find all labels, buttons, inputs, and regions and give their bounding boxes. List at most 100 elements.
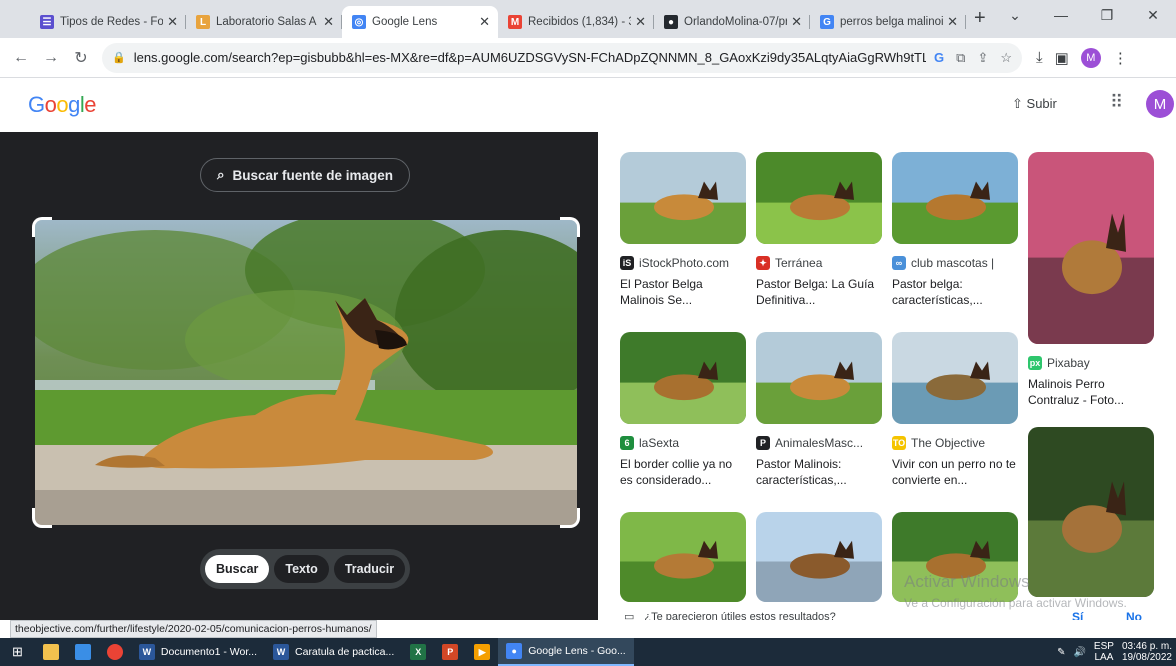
- taskbar-app[interactable]: ● Google Lens - Goo...: [498, 638, 634, 666]
- query-image[interactable]: [35, 220, 577, 525]
- source-favicon-icon: ✦: [756, 256, 770, 270]
- minimize-icon[interactable]: —: [1038, 7, 1084, 23]
- lock-icon[interactable]: 🔒: [112, 51, 126, 64]
- share-icon[interactable]: ⇪: [977, 50, 988, 66]
- mode-search[interactable]: Buscar: [205, 555, 270, 583]
- result-source[interactable]: ∞ club mascotas |: [892, 256, 1018, 270]
- result-title[interactable]: Pastor Malinois: características,...: [756, 456, 882, 488]
- result-title[interactable]: Vivir con un perro no te convierte en...: [892, 456, 1018, 488]
- taskbar-app[interactable]: ▶: [466, 638, 498, 666]
- new-tab-button[interactable]: +: [974, 7, 986, 30]
- visual-match-card[interactable]: TO The Objective Vivir con un perro no te …: [892, 332, 1018, 488]
- clock[interactable]: 03:46 p. m. 19/08/2022: [1122, 641, 1172, 663]
- store-button[interactable]: [67, 638, 99, 666]
- result-source[interactable]: TO The Objective: [892, 436, 1018, 450]
- tab-search-icon[interactable]: ⌄: [992, 7, 1038, 24]
- app-icon: X: [410, 644, 427, 660]
- visual-match-card[interactable]: P AnimalesMasc... Pastor Malinois: caracte…: [756, 332, 882, 488]
- tab-title: Laboratorio Salas A y: [216, 16, 320, 28]
- result-thumbnail[interactable]: [1028, 152, 1154, 344]
- tab-close-icon[interactable]: ✕: [947, 14, 958, 30]
- download-icon[interactable]: ⤓: [1036, 49, 1043, 66]
- close-window-icon[interactable]: ✕: [1130, 7, 1176, 24]
- taskbar-app[interactable]: X: [402, 638, 434, 666]
- upload-button[interactable]: ⇧ Subir: [1012, 96, 1057, 112]
- result-title[interactable]: El Pastor Belga Malinois Se...: [620, 276, 746, 308]
- status-bar-url: theobjective.com/further/lifestyle/2020-…: [10, 620, 377, 638]
- result-source[interactable]: P AnimalesMasc...: [756, 436, 882, 450]
- tab-title: OrlandoMolina-07/pr: [684, 16, 788, 28]
- tab-close-icon[interactable]: ✕: [791, 14, 802, 30]
- visual-match-card[interactable]: [620, 512, 746, 602]
- visual-match-card[interactable]: [1028, 427, 1154, 597]
- apps-grid-icon[interactable]: ⠿: [1110, 92, 1123, 113]
- browser-tab[interactable]: L Laboratorio Salas A y ✕: [186, 6, 342, 38]
- visual-match-card[interactable]: iS iStockPhoto.com El Pastor Belga Malinoi…: [620, 152, 746, 308]
- result-thumbnail[interactable]: [892, 152, 1018, 244]
- result-thumbnail[interactable]: [892, 332, 1018, 424]
- crop-handle-bottom-left[interactable]: [32, 508, 52, 528]
- result-title[interactable]: Pastor Belga: La Guía Definitiva...: [756, 276, 882, 308]
- result-title[interactable]: El border collie ya no es considerado...: [620, 456, 746, 488]
- result-source[interactable]: 6 laSexta: [620, 436, 746, 450]
- crop-handle-top-left[interactable]: [32, 217, 52, 237]
- feedback-yes-button[interactable]: Sí: [1072, 610, 1083, 620]
- profile-avatar[interactable]: M: [1080, 47, 1101, 68]
- input-language[interactable]: ESP LAA: [1094, 641, 1114, 663]
- visual-match-card[interactable]: [756, 512, 882, 602]
- result-thumbnail[interactable]: [620, 332, 746, 424]
- url-text[interactable]: lens.google.com/search?ep=gisbubb&hl=es-…: [134, 50, 926, 65]
- google-logo[interactable]: Google: [28, 92, 97, 118]
- chrome-button[interactable]: [99, 638, 131, 666]
- mode-translate[interactable]: Traducir: [333, 555, 406, 583]
- mode-text[interactable]: Texto: [274, 555, 329, 583]
- result-thumbnail[interactable]: [756, 332, 882, 424]
- result-title[interactable]: Malinois Perro Contraluz - Foto...: [1028, 376, 1154, 408]
- result-source[interactable]: px Pixabay: [1028, 356, 1154, 370]
- volume-icon[interactable]: 🔊: [1073, 647, 1085, 658]
- result-title[interactable]: Pastor belga: características,...: [892, 276, 1018, 308]
- taskbar-app[interactable]: P: [434, 638, 466, 666]
- address-bar[interactable]: 🔒 lens.google.com/search?ep=gisbubb&hl=e…: [102, 42, 1022, 73]
- tab-close-icon[interactable]: ✕: [479, 14, 490, 30]
- pen-icon[interactable]: ✎: [1057, 647, 1065, 658]
- visual-match-card[interactable]: px Pixabay Malinois Perro Contraluz - Foto…: [1028, 152, 1154, 408]
- restore-icon[interactable]: ❐: [1084, 7, 1130, 24]
- feedback-no-button[interactable]: No: [1126, 610, 1142, 620]
- bookmark-star-icon[interactable]: ☆: [1000, 50, 1012, 66]
- result-image: [756, 152, 882, 244]
- account-avatar[interactable]: M: [1146, 90, 1174, 118]
- crop-handle-bottom-right[interactable]: [560, 508, 580, 528]
- result-source[interactable]: ✦ Terránea: [756, 256, 882, 270]
- visual-match-card[interactable]: 6 laSexta El border collie ya no es consid…: [620, 332, 746, 488]
- google-g-icon[interactable]: G: [934, 50, 944, 66]
- tab-close-icon[interactable]: ✕: [167, 14, 178, 30]
- result-thumbnail[interactable]: [620, 152, 746, 244]
- result-thumbnail[interactable]: [756, 152, 882, 244]
- visual-match-card[interactable]: ✦ Terránea Pastor Belga: La Guía Definitiv…: [756, 152, 882, 308]
- result-source[interactable]: iS iStockPhoto.com: [620, 256, 746, 270]
- install-app-icon[interactable]: ⧉: [956, 50, 965, 66]
- result-thumbnail[interactable]: [756, 512, 882, 602]
- find-image-source-button[interactable]: ⌕ Buscar fuente de imagen: [200, 158, 410, 192]
- side-panel-icon[interactable]: ▣: [1055, 49, 1069, 67]
- browser-tab[interactable]: ● OrlandoMolina-07/pr ✕: [654, 6, 810, 38]
- visual-match-card[interactable]: ∞ club mascotas | Pastor belga: caracterís…: [892, 152, 1018, 308]
- result-thumbnail[interactable]: [620, 512, 746, 602]
- browser-tab[interactable]: ☰ Tipos de Redes - Form✕: [30, 6, 186, 38]
- result-thumbnail[interactable]: [1028, 427, 1154, 597]
- taskbar-app[interactable]: W Documento1 - Wor...: [131, 638, 265, 666]
- forward-arrow-icon[interactable]: →: [36, 49, 66, 67]
- browser-tab[interactable]: Gperros belga malinois ✕: [810, 6, 966, 38]
- back-arrow-icon[interactable]: ←: [6, 49, 36, 67]
- taskbar-app[interactable]: W Caratula de pactica...: [265, 638, 402, 666]
- crop-handle-top-right[interactable]: [560, 217, 580, 237]
- menu-kebab-icon[interactable]: ⋮: [1113, 49, 1128, 67]
- start-button[interactable]: ⊞: [0, 638, 35, 666]
- browser-tab[interactable]: ◎ Google Lens ✕: [342, 6, 498, 38]
- tab-close-icon[interactable]: ✕: [635, 14, 646, 30]
- file-explorer-button[interactable]: [35, 638, 67, 666]
- tab-close-icon[interactable]: ✕: [323, 14, 334, 30]
- reload-icon[interactable]: ↻: [66, 48, 96, 68]
- browser-tab[interactable]: M Recibidos (1,834) - 32 ✕: [498, 6, 654, 38]
